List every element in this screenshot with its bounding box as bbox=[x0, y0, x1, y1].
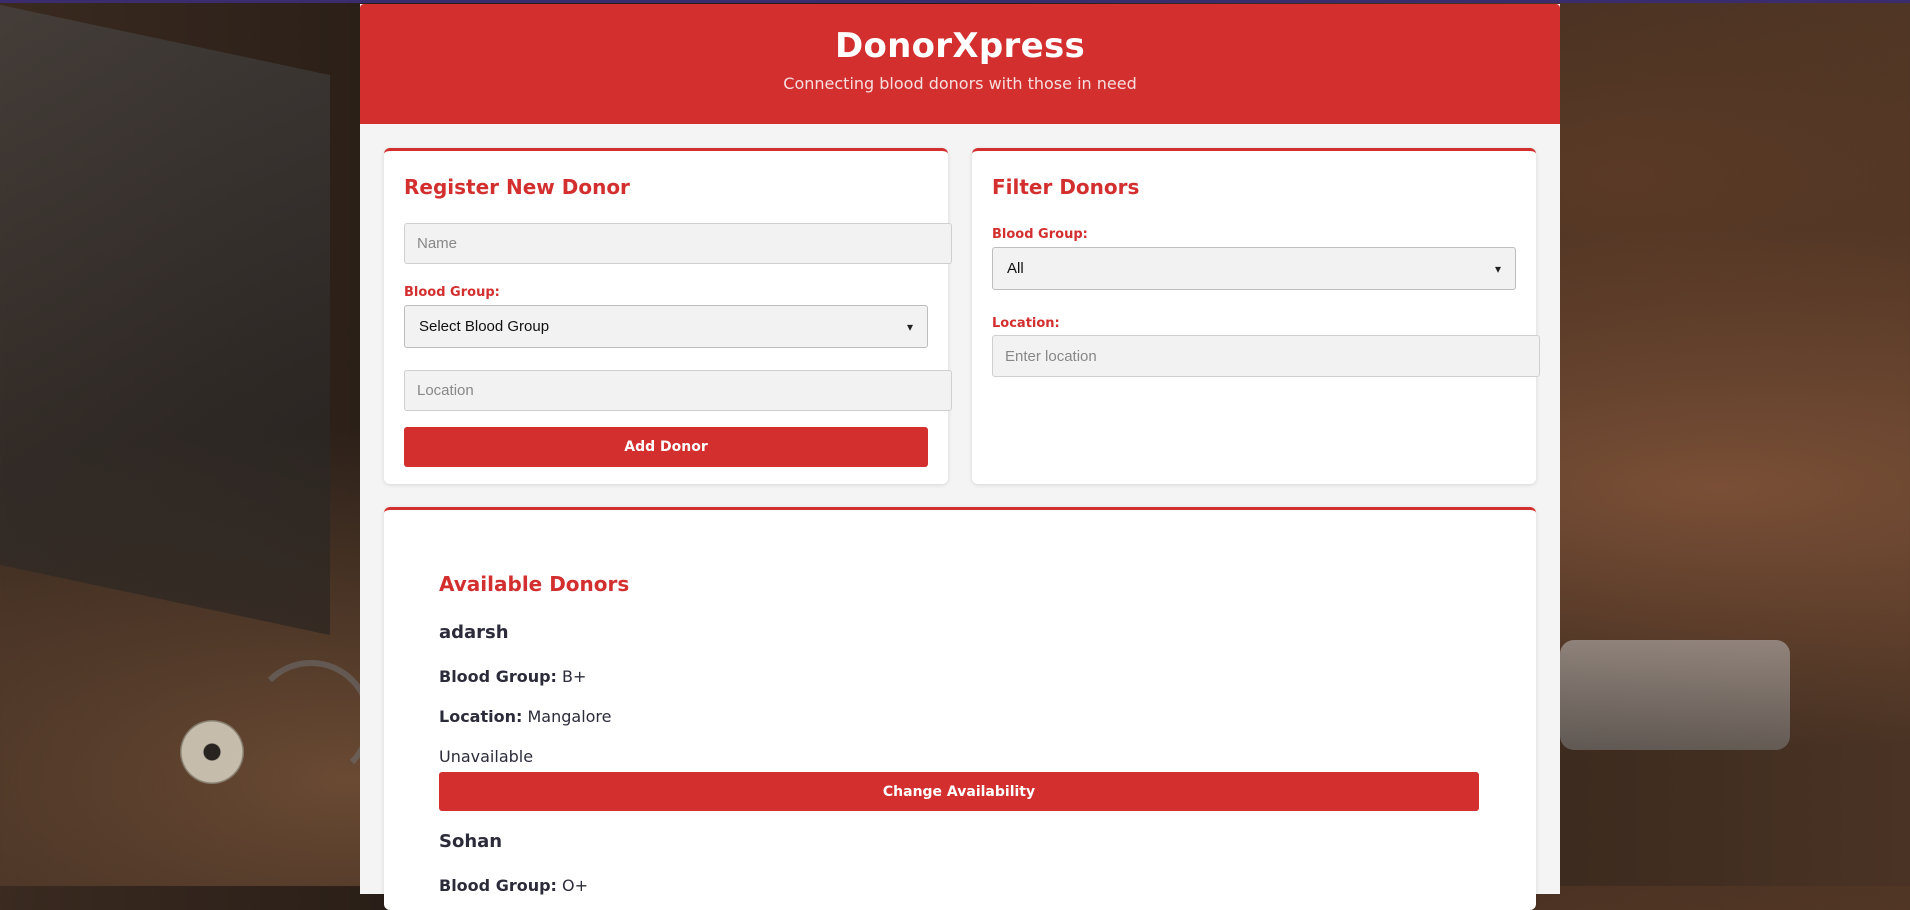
add-donor-button[interactable]: Add Donor bbox=[404, 427, 928, 467]
filter-donors-heading: Filter Donors bbox=[992, 175, 1140, 199]
donor-name: adarsh bbox=[439, 622, 509, 643]
donor-blood-group: Blood Group: B+ bbox=[439, 667, 586, 686]
donor-name-input[interactable] bbox=[404, 223, 952, 264]
donor-blood-group-value: B+ bbox=[562, 667, 587, 686]
donor-location: Location: Mangalore bbox=[439, 707, 612, 726]
background-laptop-image bbox=[0, 4, 330, 636]
app-tagline: Connecting blood donors with those in ne… bbox=[783, 74, 1137, 93]
filter-blood-group-value: All bbox=[1007, 260, 1024, 277]
register-blood-group-label: Blood Group: bbox=[404, 285, 500, 300]
donor-location-label: Location: bbox=[439, 707, 523, 726]
app-container: DonorXpress Connecting blood donors with… bbox=[360, 4, 1560, 910]
register-donor-heading: Register New Donor bbox=[404, 175, 630, 199]
register-blood-group-value: Select Blood Group bbox=[419, 318, 550, 335]
window-top-strip bbox=[0, 0, 1910, 3]
chevron-down-icon: ▾ bbox=[1494, 261, 1501, 276]
donor-availability-status: Unavailable bbox=[439, 747, 534, 766]
background-stethoscope-icon bbox=[180, 720, 244, 784]
donor-location-value: Mangalore bbox=[527, 707, 612, 726]
donor-location-input[interactable] bbox=[404, 370, 952, 411]
register-blood-group-select[interactable]: Select Blood Group ▾ bbox=[404, 305, 928, 348]
filter-location-input[interactable] bbox=[992, 335, 1540, 377]
change-availability-button[interactable]: Change Availability bbox=[439, 772, 1479, 811]
available-donors-heading: Available Donors bbox=[439, 572, 630, 596]
filter-blood-group-label: Blood Group: bbox=[992, 227, 1088, 242]
app-title: DonorXpress bbox=[834, 26, 1086, 66]
donor-blood-group-label: Blood Group: bbox=[439, 667, 557, 686]
filter-location-label: Location: bbox=[992, 316, 1060, 331]
filter-donors-card: Filter Donors Blood Group: All ▾ Locatio… bbox=[972, 148, 1540, 484]
register-donor-card: Register New Donor Blood Group: Select B… bbox=[384, 148, 952, 484]
background-stethoscope-tube bbox=[250, 660, 372, 782]
chevron-down-icon: ▾ bbox=[906, 319, 913, 334]
background-device-image bbox=[1560, 640, 1790, 750]
app-header: DonorXpress Connecting blood donors with… bbox=[360, 4, 1560, 124]
donor-name: Sohan bbox=[439, 831, 503, 852]
filter-blood-group-select[interactable]: All ▾ bbox=[992, 247, 1516, 290]
available-donors-card: Available Donors adarsh Blood Group: B+ … bbox=[384, 507, 1536, 910]
